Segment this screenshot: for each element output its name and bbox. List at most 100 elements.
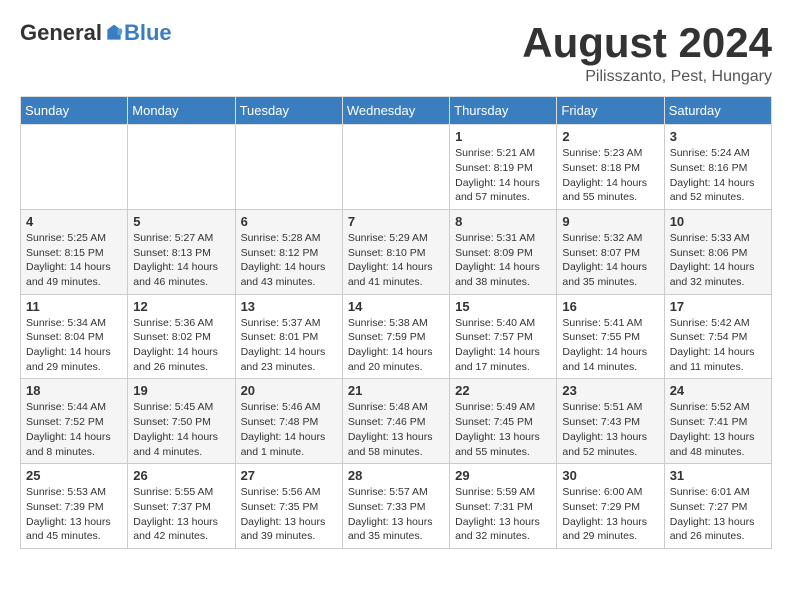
day-info: Sunrise: 5:55 AM Sunset: 7:37 PM Dayligh… xyxy=(133,485,229,544)
day-number: 11 xyxy=(26,299,122,314)
calendar-cell: 31 Sunrise: 6:01 AM Sunset: 7:27 PM Dayli… xyxy=(664,464,771,549)
week-row-1: 1 Sunrise: 5:21 AM Sunset: 8:19 PM Daylig… xyxy=(21,125,772,210)
calendar-cell: 25 Sunrise: 5:53 AM Sunset: 7:39 PM Dayli… xyxy=(21,464,128,549)
weekday-header-monday: Monday xyxy=(128,97,235,125)
week-row-2: 4Sunrise: 5:25 AM Sunset: 8:15 PM Daylig… xyxy=(21,209,772,294)
day-info: Sunrise: 5:21 AM Sunset: 8:19 PM Dayligh… xyxy=(455,146,551,205)
day-number: 20 xyxy=(241,383,337,398)
day-info: Sunrise: 5:57 AM Sunset: 7:33 PM Dayligh… xyxy=(348,485,444,544)
calendar-cell xyxy=(128,125,235,210)
page-header: General Blue August 2024 Pilisszanto, Pe… xyxy=(20,20,772,86)
logo-icon xyxy=(104,23,124,43)
calendar-cell: 23 Sunrise: 5:51 AM Sunset: 7:43 PM Dayli… xyxy=(557,379,664,464)
logo-blue-text: Blue xyxy=(124,20,172,46)
day-number: 17 xyxy=(670,299,766,314)
day-number: 10 xyxy=(670,214,766,229)
day-number: 31 xyxy=(670,468,766,483)
calendar-cell: 4Sunrise: 5:25 AM Sunset: 8:15 PM Daylig… xyxy=(21,209,128,294)
calendar-cell xyxy=(235,125,342,210)
calendar-cell: 20Sunrise: 5:46 AM Sunset: 7:48 PM Dayli… xyxy=(235,379,342,464)
day-info: Sunrise: 5:29 AM Sunset: 8:10 PM Dayligh… xyxy=(348,231,444,290)
day-number: 30 xyxy=(562,468,658,483)
day-info: Sunrise: 5:53 AM Sunset: 7:39 PM Dayligh… xyxy=(26,485,122,544)
calendar-cell: 5 Sunrise: 5:27 AM Sunset: 8:13 PM Daylig… xyxy=(128,209,235,294)
day-info: Sunrise: 5:49 AM Sunset: 7:45 PM Dayligh… xyxy=(455,400,551,459)
day-number: 5 xyxy=(133,214,229,229)
calendar-cell: 7Sunrise: 5:29 AM Sunset: 8:10 PM Daylig… xyxy=(342,209,449,294)
calendar-cell: 30 Sunrise: 6:00 AM Sunset: 7:29 PM Dayli… xyxy=(557,464,664,549)
calendar-table: SundayMondayTuesdayWednesdayThursdayFrid… xyxy=(20,96,772,549)
day-info: Sunrise: 5:28 AM Sunset: 8:12 PM Dayligh… xyxy=(241,231,337,290)
calendar-cell: 13 Sunrise: 5:37 AM Sunset: 8:01 PM Dayli… xyxy=(235,294,342,379)
weekday-header-tuesday: Tuesday xyxy=(235,97,342,125)
day-info: Sunrise: 5:37 AM Sunset: 8:01 PM Dayligh… xyxy=(241,316,337,375)
day-info: Sunrise: 6:01 AM Sunset: 7:27 PM Dayligh… xyxy=(670,485,766,544)
day-number: 25 xyxy=(26,468,122,483)
day-info: Sunrise: 5:44 AM Sunset: 7:52 PM Dayligh… xyxy=(26,400,122,459)
day-info: Sunrise: 5:36 AM Sunset: 8:02 PM Dayligh… xyxy=(133,316,229,375)
day-info: Sunrise: 5:23 AM Sunset: 8:18 PM Dayligh… xyxy=(562,146,658,205)
calendar-cell: 14 Sunrise: 5:38 AM Sunset: 7:59 PM Dayli… xyxy=(342,294,449,379)
day-info: Sunrise: 5:48 AM Sunset: 7:46 PM Dayligh… xyxy=(348,400,444,459)
calendar-cell: 2 Sunrise: 5:23 AM Sunset: 8:18 PM Daylig… xyxy=(557,125,664,210)
day-number: 15 xyxy=(455,299,551,314)
day-number: 21 xyxy=(348,383,444,398)
day-info: Sunrise: 5:41 AM Sunset: 7:55 PM Dayligh… xyxy=(562,316,658,375)
day-number: 27 xyxy=(241,468,337,483)
day-number: 6 xyxy=(241,214,337,229)
day-number: 4 xyxy=(26,214,122,229)
calendar-cell: 3Sunrise: 5:24 AM Sunset: 8:16 PM Daylig… xyxy=(664,125,771,210)
weekday-header-row: SundayMondayTuesdayWednesdayThursdayFrid… xyxy=(21,97,772,125)
week-row-5: 25 Sunrise: 5:53 AM Sunset: 7:39 PM Dayli… xyxy=(21,464,772,549)
calendar-cell: 18 Sunrise: 5:44 AM Sunset: 7:52 PM Dayli… xyxy=(21,379,128,464)
day-number: 29 xyxy=(455,468,551,483)
day-number: 12 xyxy=(133,299,229,314)
calendar-cell: 8 Sunrise: 5:31 AM Sunset: 8:09 PM Daylig… xyxy=(450,209,557,294)
day-info: Sunrise: 5:27 AM Sunset: 8:13 PM Dayligh… xyxy=(133,231,229,290)
location-text: Pilisszanto, Pest, Hungary xyxy=(522,68,772,86)
day-info: Sunrise: 5:56 AM Sunset: 7:35 PM Dayligh… xyxy=(241,485,337,544)
week-row-3: 11 Sunrise: 5:34 AM Sunset: 8:04 PM Dayli… xyxy=(21,294,772,379)
calendar-cell: 15Sunrise: 5:40 AM Sunset: 7:57 PM Dayli… xyxy=(450,294,557,379)
day-info: Sunrise: 5:31 AM Sunset: 8:09 PM Dayligh… xyxy=(455,231,551,290)
calendar-cell: 27 Sunrise: 5:56 AM Sunset: 7:35 PM Dayli… xyxy=(235,464,342,549)
day-number: 3 xyxy=(670,129,766,144)
calendar-cell: 17 Sunrise: 5:42 AM Sunset: 7:54 PM Dayli… xyxy=(664,294,771,379)
day-number: 9 xyxy=(562,214,658,229)
calendar-cell: 22 Sunrise: 5:49 AM Sunset: 7:45 PM Dayli… xyxy=(450,379,557,464)
day-number: 24 xyxy=(670,383,766,398)
calendar-cell: 1 Sunrise: 5:21 AM Sunset: 8:19 PM Daylig… xyxy=(450,125,557,210)
day-info: Sunrise: 5:33 AM Sunset: 8:06 PM Dayligh… xyxy=(670,231,766,290)
day-info: Sunrise: 5:42 AM Sunset: 7:54 PM Dayligh… xyxy=(670,316,766,375)
weekday-header-saturday: Saturday xyxy=(664,97,771,125)
day-number: 23 xyxy=(562,383,658,398)
day-number: 1 xyxy=(455,129,551,144)
day-number: 8 xyxy=(455,214,551,229)
calendar-cell: 9Sunrise: 5:32 AM Sunset: 8:07 PM Daylig… xyxy=(557,209,664,294)
month-title: August 2024 xyxy=(522,20,772,66)
day-number: 13 xyxy=(241,299,337,314)
day-number: 2 xyxy=(562,129,658,144)
day-number: 28 xyxy=(348,468,444,483)
day-info: Sunrise: 5:51 AM Sunset: 7:43 PM Dayligh… xyxy=(562,400,658,459)
weekday-header-thursday: Thursday xyxy=(450,97,557,125)
day-number: 16 xyxy=(562,299,658,314)
day-info: Sunrise: 6:00 AM Sunset: 7:29 PM Dayligh… xyxy=(562,485,658,544)
weekday-header-friday: Friday xyxy=(557,97,664,125)
day-info: Sunrise: 5:34 AM Sunset: 8:04 PM Dayligh… xyxy=(26,316,122,375)
title-section: August 2024 Pilisszanto, Pest, Hungary xyxy=(522,20,772,86)
calendar-cell xyxy=(342,125,449,210)
calendar-cell: 12 Sunrise: 5:36 AM Sunset: 8:02 PM Dayli… xyxy=(128,294,235,379)
weekday-header-wednesday: Wednesday xyxy=(342,97,449,125)
calendar-cell: 16 Sunrise: 5:41 AM Sunset: 7:55 PM Dayli… xyxy=(557,294,664,379)
calendar-cell: 28 Sunrise: 5:57 AM Sunset: 7:33 PM Dayli… xyxy=(342,464,449,549)
day-info: Sunrise: 5:52 AM Sunset: 7:41 PM Dayligh… xyxy=(670,400,766,459)
day-number: 18 xyxy=(26,383,122,398)
day-info: Sunrise: 5:38 AM Sunset: 7:59 PM Dayligh… xyxy=(348,316,444,375)
calendar-cell: 6 Sunrise: 5:28 AM Sunset: 8:12 PM Daylig… xyxy=(235,209,342,294)
day-number: 22 xyxy=(455,383,551,398)
calendar-cell: 24 Sunrise: 5:52 AM Sunset: 7:41 PM Dayli… xyxy=(664,379,771,464)
day-number: 14 xyxy=(348,299,444,314)
logo: General Blue xyxy=(20,20,172,46)
day-info: Sunrise: 5:59 AM Sunset: 7:31 PM Dayligh… xyxy=(455,485,551,544)
